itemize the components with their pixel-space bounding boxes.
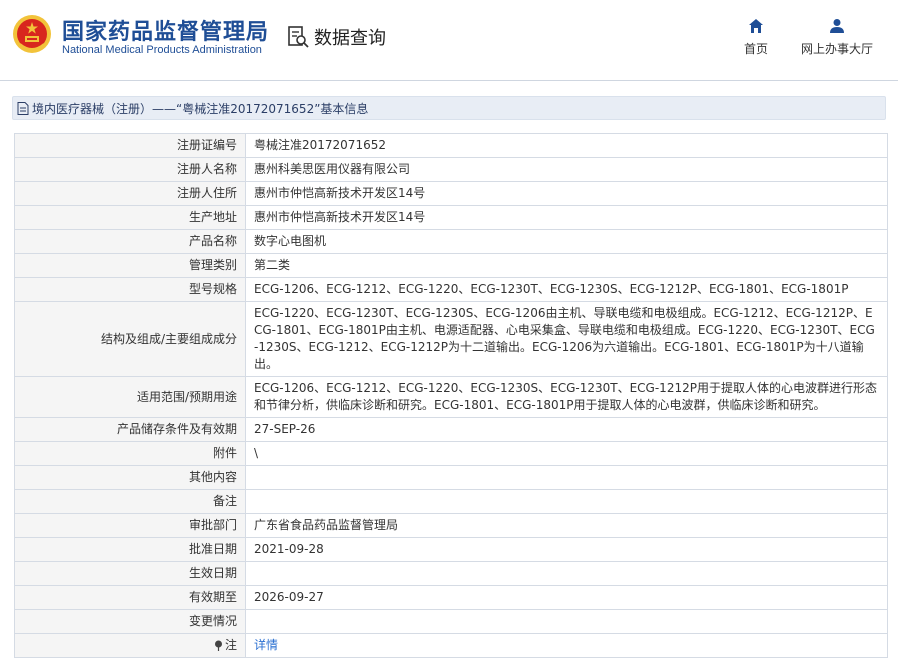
data-query-icon (288, 26, 309, 48)
field-value: 广东省食品药品监督管理局 (245, 513, 888, 538)
table-row: 产品储存条件及有效期 27-SEP-26 (14, 417, 888, 442)
field-label: 其他内容 (14, 465, 246, 490)
table-row: 管理类别 第二类 (14, 253, 888, 278)
table-row: 生产地址 惠州市仲恺高新技术开发区14号 (14, 205, 888, 230)
table-row: 备注 (14, 489, 888, 514)
field-value: 数字心电图机 (245, 229, 888, 254)
field-label: 生产地址 (14, 205, 246, 230)
table-row: 产品名称 数字心电图机 (14, 229, 888, 254)
pin-icon (214, 640, 222, 651)
field-value: 2026-09-27 (245, 585, 888, 610)
nav-online-hall-label: 网上办事大厅 (800, 42, 873, 56)
site-header: 国家药品监督管理局 National Medical Products Admi… (0, 0, 898, 80)
field-label: 有效期至 (14, 585, 246, 610)
national-emblem-icon (13, 15, 51, 53)
breadcrumb-text: 境内医疗器械（注册）——“粤械注准20172071652”基本信息 (32, 101, 369, 116)
table-row: 有效期至 2026-09-27 (14, 585, 888, 610)
field-value: ECG-1220、ECG-1230T、ECG-1230S、ECG-1206由主机… (245, 301, 888, 377)
field-value: 第二类 (245, 253, 888, 278)
field-value: ECG-1206、ECG-1212、ECG-1220、ECG-1230T、ECG… (245, 277, 888, 302)
document-icon (17, 101, 29, 115)
table-row: 附件 \ (14, 441, 888, 466)
field-label: 注册人名称 (14, 157, 246, 182)
field-label: 产品名称 (14, 229, 246, 254)
field-label: 审批部门 (14, 513, 246, 538)
note-value-cell: 详情 (245, 633, 888, 658)
table-row: 审批部门 广东省食品药品监督管理局 (14, 513, 888, 538)
field-value (245, 609, 888, 634)
field-value (245, 561, 888, 586)
user-icon (830, 19, 844, 33)
field-value: 27-SEP-26 (245, 417, 888, 442)
table-row-note: 注 详情 (14, 633, 888, 658)
header-divider (0, 80, 898, 81)
field-value (245, 465, 888, 490)
table-row: 适用范围/预期用途 ECG-1206、ECG-1212、ECG-1220、ECG-… (14, 376, 888, 418)
table-row: 注册证编号 粤械注准20172071652 (14, 133, 888, 158)
table-row: 批准日期 2021-09-28 (14, 537, 888, 562)
breadcrumb: 境内医疗器械（注册）——“粤械注准20172071652”基本信息 (12, 96, 886, 120)
field-label: 批准日期 (14, 537, 246, 562)
table-row: 其他内容 (14, 465, 888, 490)
note-label-cell: 注 (14, 633, 246, 658)
nav-online-hall[interactable]: 网上办事大厅 (798, 18, 876, 57)
field-label: 变更情况 (14, 609, 246, 634)
table-row: 型号规格 ECG-1206、ECG-1212、ECG-1220、ECG-1230T… (14, 277, 888, 302)
table-row: 变更情况 (14, 609, 888, 634)
table-row: 结构及组成/主要组成成分 ECG-1220、ECG-1230T、ECG-1230S… (14, 301, 888, 377)
data-query-label: 数据查询 (314, 28, 386, 49)
table-row: 注册人名称 惠州科美思医用仪器有限公司 (14, 157, 888, 182)
field-value: 惠州科美思医用仪器有限公司 (245, 157, 888, 182)
field-value: 惠州市仲恺高新技术开发区14号 (245, 205, 888, 230)
field-label: 注册人住所 (14, 181, 246, 206)
nav-home[interactable]: 首页 (740, 18, 772, 57)
data-query-title: 数据查询 (286, 22, 386, 52)
table-row: 生效日期 (14, 561, 888, 586)
field-label: 生效日期 (14, 561, 246, 586)
field-value: ECG-1206、ECG-1212、ECG-1220、ECG-1230S、ECG… (245, 376, 888, 418)
details-link[interactable]: 详情 (254, 638, 278, 652)
field-label: 附件 (14, 441, 246, 466)
note-label: 注 (224, 638, 237, 652)
field-value: 2021-09-28 (245, 537, 888, 562)
field-label: 管理类别 (14, 253, 246, 278)
home-icon (749, 19, 763, 33)
field-value: 粤械注准20172071652 (245, 133, 888, 158)
field-label: 型号规格 (14, 277, 246, 302)
field-label: 结构及组成/主要组成成分 (14, 301, 246, 377)
field-label: 备注 (14, 489, 246, 514)
table-row: 注册人住所 惠州市仲恺高新技术开发区14号 (14, 181, 888, 206)
field-label: 产品储存条件及有效期 (14, 417, 246, 442)
field-value (245, 489, 888, 514)
field-label: 注册证编号 (14, 133, 246, 158)
site-subtitle: National Medical Products Administration (62, 44, 262, 56)
nav-home-label: 首页 (743, 42, 768, 56)
registration-info-table: 注册证编号 粤械注准20172071652 注册人名称 惠州科美思医用仪器有限公司 注册… (14, 133, 888, 658)
field-value: 惠州市仲恺高新技术开发区14号 (245, 181, 888, 206)
field-label: 适用范围/预期用途 (14, 376, 246, 418)
site-title: 国家药品监督管理局 (62, 20, 270, 45)
field-value: \ (245, 441, 888, 466)
